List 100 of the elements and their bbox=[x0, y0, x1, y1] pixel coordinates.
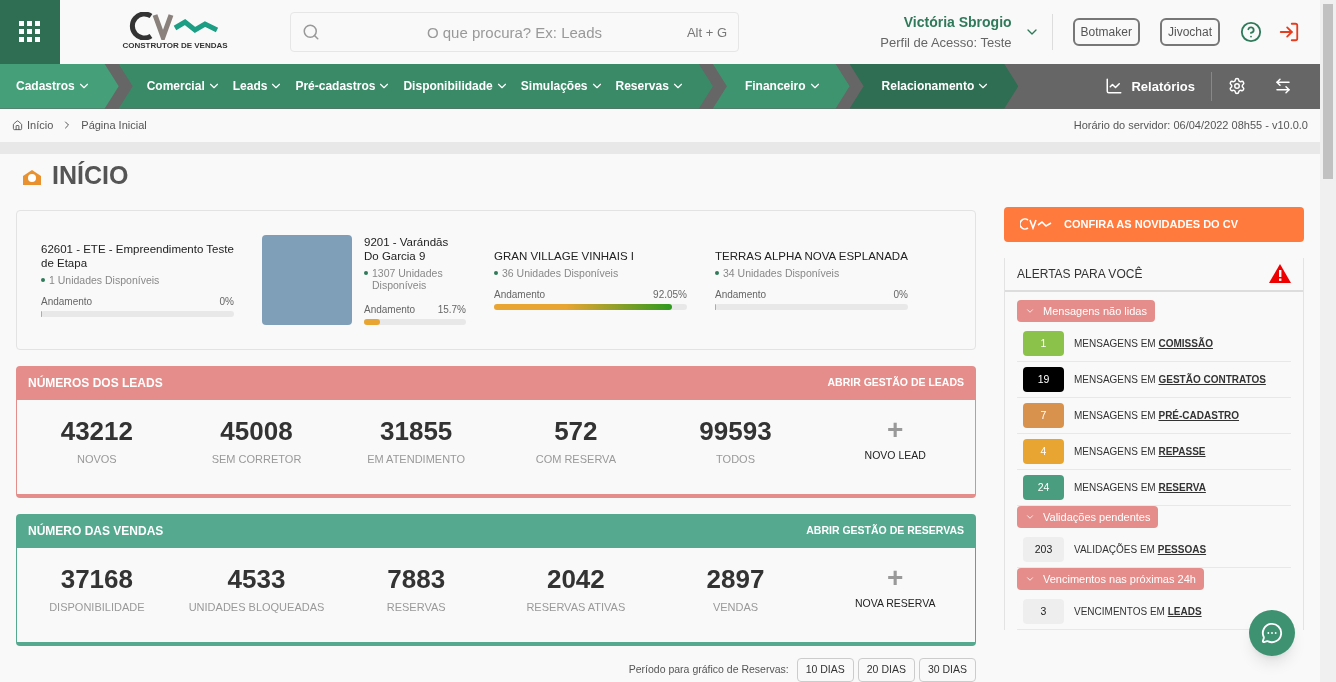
alert-text: VALIDAÇÕES EM PESSOAS bbox=[1074, 542, 1207, 557]
nav-item[interactable]: Comercial bbox=[146, 77, 221, 96]
progress-label: Andamento bbox=[41, 295, 93, 310]
count-badge: 4 bbox=[1023, 439, 1064, 464]
stat-label: SEM CORRETOR bbox=[211, 452, 302, 467]
units-available: 1 Unidades Disponíveis bbox=[41, 274, 234, 287]
progress-label: Andamento bbox=[715, 288, 767, 303]
nav-item[interactable]: Financeiro bbox=[744, 77, 822, 96]
progress-percent: 0% bbox=[893, 288, 908, 303]
project-name[interactable]: TERRAS ALPHA NOVA ESPLANADA bbox=[715, 249, 908, 264]
stat-label: COM RESERVA bbox=[535, 452, 616, 467]
project-item[interactable]: 62601 - ETE - Empreendimento Teste de Etapa 1 Unidades Disponíveis Andamento 0% bbox=[41, 242, 234, 318]
stat-label: VENDAS bbox=[712, 600, 759, 615]
period-button[interactable]: 20 DIAS bbox=[857, 658, 915, 682]
alert-link[interactable]: LEADS bbox=[1167, 606, 1202, 617]
nav-item[interactable]: Reservas bbox=[615, 77, 685, 96]
chat-button[interactable] bbox=[1249, 610, 1295, 656]
chevron-icon bbox=[1025, 574, 1035, 584]
breadcrumb-link[interactable]: Início bbox=[12, 117, 54, 134]
help-icon[interactable] bbox=[1240, 21, 1262, 43]
nav-item[interactable]: Disponibilidade bbox=[403, 77, 509, 96]
stat-value: 37168 bbox=[60, 563, 133, 596]
stat-value: 45008 bbox=[220, 415, 293, 448]
alert-text: MENSAGENS EM GESTÃO CONTRATOS bbox=[1074, 372, 1266, 387]
panel-title: NÚMEROS DOS LEADS bbox=[28, 374, 164, 392]
settings-icon[interactable] bbox=[1228, 77, 1246, 96]
chart-icon bbox=[1105, 77, 1124, 96]
chat-icon bbox=[1261, 622, 1283, 644]
header-button[interactable]: Botmaker bbox=[1072, 18, 1140, 46]
nav-item[interactable]: Simulações bbox=[520, 77, 604, 96]
alert-link[interactable]: PESSOAS bbox=[1157, 544, 1207, 555]
stat-label: RESERVAS bbox=[386, 600, 446, 615]
nav-item[interactable]: Pré-cadastros bbox=[295, 77, 392, 96]
stat-label: UNIDADES BLOQUEADAS bbox=[188, 600, 325, 615]
alert-text: MENSAGENS EM REPASSE bbox=[1074, 445, 1206, 459]
alerts-title: ALERTAS PARA VOCÊ bbox=[1017, 265, 1144, 283]
stat-value: 572 bbox=[554, 415, 598, 448]
breadcrumb-current: Página Inicial bbox=[81, 118, 147, 134]
chevron-icon bbox=[1025, 512, 1035, 522]
alert-text: VENCIMENTOS EM LEADS bbox=[1074, 605, 1202, 619]
server-time: Horário do servidor: 06/04/2022 08h55 - v10.0.0 bbox=[1073, 118, 1308, 134]
chevron-icon bbox=[1025, 306, 1035, 316]
apps-menu-button[interactable] bbox=[0, 0, 60, 64]
alert-link[interactable]: REPASSE bbox=[1158, 446, 1206, 457]
logo-tagline: CONSTRUTOR DE VENDAS bbox=[122, 40, 228, 52]
alert-link[interactable]: GESTÃO CONTRATOS bbox=[1158, 374, 1266, 385]
stat-value: 7883 bbox=[387, 563, 446, 596]
stat-label: TODOS bbox=[716, 452, 755, 467]
count-badge: 203 bbox=[1023, 537, 1064, 562]
warning-icon bbox=[1269, 264, 1291, 284]
project-item[interactable]: GRAN VILLAGE VINHAIS I 36 Unidades Disponíveis Andamento 92.05% bbox=[494, 249, 687, 311]
alert-link[interactable]: PRÉ-CADASTRO bbox=[1158, 410, 1240, 421]
logo-mark-icon bbox=[129, 12, 221, 40]
add-action[interactable]: + NOVA RESERVA bbox=[815, 560, 976, 612]
project-name[interactable]: GRAN VILLAGE VINHAIS I bbox=[494, 249, 687, 264]
alert-text: MENSAGENS EM COMISSÃO bbox=[1074, 336, 1213, 351]
reports-link[interactable]: Relatórios bbox=[1089, 64, 1211, 109]
home-icon bbox=[12, 119, 23, 131]
header-button[interactable]: Jivochat bbox=[1159, 18, 1220, 46]
page-title: INÍCIO bbox=[52, 160, 129, 192]
chart-period-label: Período para gráfico de Reservas: bbox=[628, 662, 789, 678]
stat-value: 2042 bbox=[546, 563, 605, 596]
project-name[interactable]: 9201 - Varándās Do Garcia 9 bbox=[364, 235, 466, 263]
units-available: 36 Unidades Disponíveis bbox=[494, 267, 687, 280]
stat-value: 43212 bbox=[60, 415, 133, 448]
progress-percent: 15.7% bbox=[437, 303, 466, 317]
period-button[interactable]: 30 DIAS bbox=[918, 658, 976, 682]
user-profile: Perfil de Acesso: Teste bbox=[880, 33, 1012, 52]
progress-percent: 0% bbox=[219, 295, 234, 310]
nav-item[interactable]: Leads bbox=[232, 77, 284, 96]
panel-title: NÚMERO DAS VENDAS bbox=[28, 522, 165, 540]
nav-item[interactable]: Relacionamento bbox=[881, 77, 991, 96]
project-item[interactable]: 9201 - Varándās Do Garcia 9 1307 Unidades Disponíveis Andamento 15.7% bbox=[262, 235, 466, 325]
stat-label: EM ATENDIMENTO bbox=[367, 452, 466, 467]
progress-label: Andamento bbox=[364, 303, 416, 317]
count-badge: 7 bbox=[1023, 403, 1064, 428]
alert-text: MENSAGENS EM RESERVA bbox=[1074, 481, 1206, 495]
stat-label: RESERVAS ATIVAS bbox=[526, 600, 626, 615]
project-name[interactable]: 62601 - ETE - Empreendimento Teste de Etapa bbox=[41, 242, 234, 271]
count-badge: 24 bbox=[1023, 475, 1064, 500]
swap-icon[interactable] bbox=[1274, 77, 1292, 96]
stat-label: NOVOS bbox=[76, 452, 117, 467]
logout-icon[interactable] bbox=[1278, 21, 1300, 43]
alert-link[interactable]: RESERVA bbox=[1158, 482, 1206, 493]
count-badge: 1 bbox=[1023, 331, 1064, 356]
add-action[interactable]: + NOVO LEAD bbox=[815, 412, 976, 464]
alert-text: MENSAGENS EM PRÉ-CADASTRO bbox=[1074, 408, 1240, 423]
stat-value: 31855 bbox=[380, 415, 453, 448]
stat-value: 4533 bbox=[227, 563, 286, 596]
user-name[interactable]: Victória Sbrogio bbox=[903, 11, 1012, 33]
shortcut-hint: Alt + G bbox=[686, 24, 727, 42]
search-icon bbox=[302, 23, 320, 41]
stat-value: 99593 bbox=[699, 415, 772, 448]
project-item[interactable]: TERRAS ALPHA NOVA ESPLANADA 34 Unidades Disponíveis Andamento 0% bbox=[715, 249, 908, 311]
logo-icon bbox=[1020, 218, 1052, 231]
count-badge: 3 bbox=[1023, 599, 1064, 624]
period-button[interactable]: 10 DIAS bbox=[796, 658, 854, 682]
progress-percent: 92.05% bbox=[653, 288, 687, 303]
stat-value: 2897 bbox=[706, 563, 765, 596]
alert-link[interactable]: COMISSÃO bbox=[1158, 338, 1213, 349]
